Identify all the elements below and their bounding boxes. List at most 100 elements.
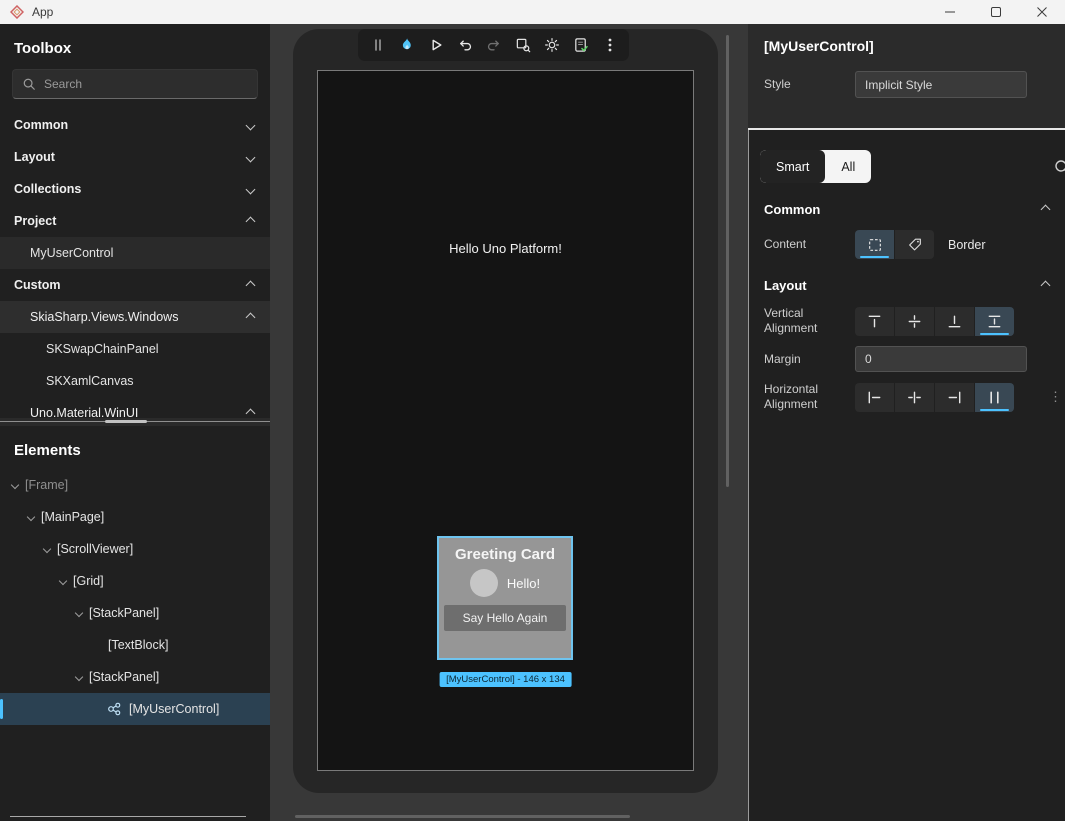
form-check-icon[interactable] [572, 37, 589, 54]
content-tag-button[interactable] [895, 230, 934, 259]
card-title[interactable]: Greeting Card [455, 546, 555, 563]
tree-item-label: [StackPanel] [89, 670, 159, 684]
chevron-down-icon[interactable] [43, 545, 51, 553]
sidebar-splitter[interactable] [0, 418, 270, 426]
align-left-button[interactable] [855, 383, 894, 412]
toolbox-section-layout[interactable]: Layout [0, 141, 270, 173]
toolbox-searchbox[interactable] [12, 69, 258, 99]
chevron-down-icon[interactable] [75, 609, 83, 617]
align-vcenter-button[interactable] [895, 307, 934, 336]
group-label: Uno.Material.WinUI [30, 406, 138, 418]
sidebar-bottom-divider[interactable] [10, 816, 246, 817]
inspector-tabs: Smart All [760, 150, 871, 183]
align-top-button[interactable] [855, 307, 894, 336]
avatar-circle[interactable] [470, 569, 498, 597]
toolbox-section-collections[interactable]: Collections [0, 173, 270, 205]
elements-panel: Elements [Frame] [MainPage] [ScrollViewe… [0, 426, 270, 725]
layout-section-header[interactable]: Layout [748, 278, 1065, 293]
search-icon[interactable] [1053, 158, 1065, 176]
greeting-card-control[interactable]: Greeting Card Hello! Say Hello Again [437, 536, 573, 660]
toolbox-item-myusercontrol[interactable]: MyUserControl [0, 237, 270, 269]
design-canvas[interactable]: Hello Uno Platform! Greeting Card Hello!… [270, 24, 748, 821]
tree-item-textblock[interactable]: [TextBlock] [0, 629, 270, 661]
tree-item-frame[interactable]: [Frame] [0, 469, 270, 501]
say-hello-again-button[interactable]: Say Hello Again [444, 605, 566, 631]
elements-title: Elements [0, 426, 270, 469]
hot-reload-flame-icon[interactable] [398, 37, 415, 54]
tree-item-myusercontrol[interactable]: [MyUserControl] [0, 693, 270, 725]
window-title: App [32, 5, 53, 19]
canvas-vertical-scrollbar[interactable] [726, 35, 729, 487]
element-picker-icon[interactable] [514, 37, 531, 54]
chevron-up-icon [246, 216, 256, 226]
close-icon [1037, 7, 1047, 17]
toolbox-item-skswapchainpanel[interactable]: SKSwapChainPanel [0, 333, 270, 365]
undo-icon[interactable] [456, 37, 473, 54]
chevron-up-icon[interactable] [1041, 205, 1051, 215]
chevron-up-icon[interactable] [1041, 281, 1051, 291]
more-options-icon[interactable] [601, 37, 618, 54]
window-titlebar: App [0, 0, 1065, 24]
hello-textblock[interactable]: Hello Uno Platform! [318, 241, 693, 256]
chevron-down-icon[interactable] [27, 513, 35, 521]
chevron-down-icon [246, 152, 256, 162]
property-inspector: [MyUserControl] Style Smart All Common C… [748, 24, 1065, 821]
toolbox-search-input[interactable] [44, 77, 248, 91]
card-greeting-text[interactable]: Hello! [507, 576, 540, 591]
tab-smart[interactable]: Smart [760, 150, 825, 183]
common-section-header[interactable]: Common [748, 202, 1065, 217]
device-frame: Hello Uno Platform! Greeting Card Hello!… [293, 29, 718, 793]
horizontal-alignment-group [855, 383, 1014, 412]
tree-item-label: [ScrollViewer] [57, 542, 133, 556]
style-label: Style [764, 77, 855, 92]
tree-item-mainpage[interactable]: [MainPage] [0, 501, 270, 533]
play-icon[interactable] [427, 37, 444, 54]
stretch-vertical-button[interactable] [975, 307, 1014, 336]
toolbox-group-skiasharp[interactable]: SkiaSharp.Views.Windows [0, 301, 270, 333]
tree-item-label: [MyUserControl] [129, 702, 219, 716]
tab-all[interactable]: All [825, 150, 871, 183]
section-title: Common [764, 202, 820, 217]
chevron-down-icon [246, 120, 256, 130]
align-bottom-button[interactable] [935, 307, 974, 336]
stretch-horizontal-button[interactable] [975, 383, 1014, 412]
tree-item-label: [MainPage] [41, 510, 104, 524]
align-right-button[interactable] [935, 383, 974, 412]
section-label: Common [14, 118, 68, 132]
toolbox-group-unomaterial[interactable]: Uno.Material.WinUI [0, 397, 270, 418]
content-property-row: Content Border [748, 230, 1065, 259]
style-input[interactable] [855, 71, 1027, 98]
chevron-down-icon[interactable] [59, 577, 67, 585]
style-property-row: Style [764, 71, 1049, 98]
group-label: SkiaSharp.Views.Windows [30, 310, 178, 324]
canvas-horizontal-scrollbar[interactable] [295, 815, 630, 818]
toolbox-section-custom[interactable]: Custom [0, 269, 270, 301]
toolbox-section-common[interactable]: Common [0, 109, 270, 141]
toolbox-panel: Toolbox Common Layout Collections [0, 24, 270, 418]
more-options-icon[interactable]: ⋮ [1049, 389, 1062, 405]
horizontal-alignment-label: Horizontal Alignment [764, 382, 855, 412]
drag-handle-icon[interactable] [369, 37, 386, 54]
tree-item-stackpanel-1[interactable]: [StackPanel] [0, 597, 270, 629]
tree-item-scrollviewer[interactable]: [ScrollViewer] [0, 533, 270, 565]
vertical-alignment-row: Vertical Alignment [748, 306, 1065, 336]
design-surface[interactable]: Hello Uno Platform! Greeting Card Hello!… [317, 70, 694, 771]
close-button[interactable] [1019, 0, 1065, 24]
theme-toggle-icon[interactable] [543, 37, 560, 54]
margin-input[interactable] [855, 346, 1027, 372]
toolbox-item-skxamlcanvas[interactable]: SKXamlCanvas [0, 365, 270, 397]
chevron-down-icon[interactable] [75, 673, 83, 681]
maximize-icon [991, 7, 1001, 17]
inspector-title: [MyUserControl] [764, 38, 1049, 54]
tree-item-stackpanel-2[interactable]: [StackPanel] [0, 661, 270, 693]
tree-item-grid[interactable]: [Grid] [0, 565, 270, 597]
chevron-down-icon[interactable] [11, 481, 19, 489]
toolbox-section-project[interactable]: Project [0, 205, 270, 237]
maximize-button[interactable] [973, 0, 1019, 24]
section-label: Collections [14, 182, 81, 196]
usercontrol-icon [106, 701, 122, 717]
content-frame-button[interactable] [855, 230, 894, 259]
align-hcenter-button[interactable] [895, 383, 934, 412]
redo-icon[interactable] [485, 37, 502, 54]
minimize-button[interactable] [927, 0, 973, 24]
